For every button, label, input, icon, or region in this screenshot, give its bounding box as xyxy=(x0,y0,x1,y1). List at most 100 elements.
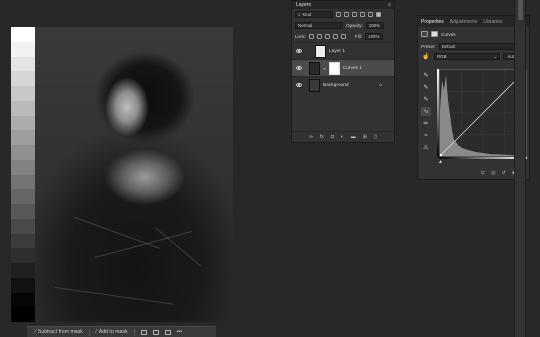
gray-step xyxy=(11,130,35,145)
gray-step xyxy=(11,307,35,322)
filter-shape-icon[interactable] xyxy=(360,12,365,17)
layer-thumbnail xyxy=(309,78,320,92)
mask-settings-icon[interactable] xyxy=(140,329,147,335)
mask-icon[interactable] xyxy=(431,31,438,37)
channel-row: ☝ RGB ⌄ Auto xyxy=(418,51,529,62)
adjustment-layer-icon[interactable]: ◐ xyxy=(341,134,344,140)
gray-eyedropper-icon[interactable]: ✎ xyxy=(421,83,431,92)
lock-row: Lock: Fill: 100% xyxy=(292,31,394,42)
black-point-slider[interactable]: ▲ xyxy=(438,159,443,165)
layer-filter-row: ⌕ Kind xyxy=(292,9,394,20)
target-adjust-icon[interactable]: ☝ xyxy=(421,52,431,61)
gray-step xyxy=(11,248,35,263)
gray-step xyxy=(11,233,35,249)
group-folder-icon[interactable]: ▬ xyxy=(351,134,356,140)
fill-field[interactable]: 100% xyxy=(365,33,384,40)
add-to-mask-button[interactable]: ⁄ Add to mask xyxy=(96,329,128,335)
properties-footer: ⊏ ◎ ↺ ◉ ▯ xyxy=(418,167,529,179)
mask-toolbar: ⁄ Subtract from mask ⁄ Add to mask ••• xyxy=(27,326,216,337)
gray-step xyxy=(11,174,35,190)
gray-step xyxy=(11,100,35,116)
curves-tools: ✎ ✎ ✎ ∿ ✏ ≈ ⚠ xyxy=(421,71,431,152)
gray-step xyxy=(11,159,35,175)
gray-step xyxy=(11,218,35,234)
pencil-icon[interactable]: ✏ xyxy=(421,119,431,128)
preset-select[interactable]: Default ⌄ xyxy=(438,42,521,50)
divider xyxy=(133,328,135,336)
right-dock-strip xyxy=(514,0,526,337)
tab-adjustments[interactable]: Adjustments xyxy=(450,19,478,25)
opacity-field[interactable]: 100% xyxy=(365,22,384,29)
fx-icon[interactable]: fx xyxy=(320,134,324,140)
layers-footer: ∞ fx ◘ ◐ ▬ ⊞ ▯ xyxy=(292,131,394,142)
gray-step xyxy=(11,115,35,131)
filter-pixel-icon[interactable] xyxy=(336,12,341,17)
portrait-photo xyxy=(35,27,233,322)
layer-mask-thumbnail[interactable] xyxy=(328,61,340,75)
channel-select[interactable]: RGB ⌄ xyxy=(434,53,500,60)
lock-image-icon[interactable] xyxy=(316,34,322,39)
gray-step xyxy=(11,263,35,278)
clipping-warning-icon[interactable]: ⚠ xyxy=(421,143,431,152)
layers-tab[interactable]: Layers ≡ xyxy=(292,1,394,9)
gray-step xyxy=(11,56,35,72)
layer-row-layer-1[interactable]: Layer 1 xyxy=(292,42,394,59)
layer-thumbnail xyxy=(315,44,326,58)
filter-adjustment-icon[interactable] xyxy=(344,12,349,17)
gray-step xyxy=(11,86,35,101)
curve-edit-icon[interactable]: ∿ xyxy=(421,107,431,116)
blend-row: Normal Opacity: 100% xyxy=(292,20,394,31)
gray-step xyxy=(11,292,35,308)
white-eyedropper-icon[interactable]: ✎ xyxy=(421,95,431,104)
trash-icon[interactable]: ▯ xyxy=(374,134,377,140)
more-options-button[interactable]: ••• xyxy=(177,329,182,335)
black-eyedropper-icon[interactable]: ✎ xyxy=(421,71,431,80)
scrollbar-thumb[interactable] xyxy=(518,0,523,20)
gray-step xyxy=(11,27,35,42)
gray-step xyxy=(11,277,35,293)
lock-icon: ⌂ xyxy=(379,82,382,88)
panel-menu-icon[interactable]: ≡ xyxy=(388,2,391,8)
smooth-icon[interactable]: ≈ xyxy=(421,131,431,140)
gray-step xyxy=(11,71,35,86)
refine-mask-icon[interactable] xyxy=(164,329,171,335)
layer-row-curves-1[interactable]: ∞ Curves 1 xyxy=(292,59,394,76)
visibility-eye-icon[interactable] xyxy=(296,66,302,70)
tab-libraries[interactable]: Libraries xyxy=(483,19,502,25)
brush-minus-icon: ⁄ xyxy=(35,329,36,335)
document-canvas[interactable] xyxy=(11,27,233,322)
visibility-eye-icon[interactable] xyxy=(296,49,302,53)
curves-adjustment-icon xyxy=(309,61,320,75)
add-mask-icon[interactable]: ◘ xyxy=(331,134,334,140)
link-layers-icon[interactable]: ∞ xyxy=(309,134,313,140)
preset-row: Preset: Default ⌄ xyxy=(418,41,529,51)
lock-transparent-icon[interactable] xyxy=(308,34,314,39)
grayscale-step-wedge xyxy=(11,27,35,322)
divider xyxy=(88,328,90,336)
lock-artboard-icon[interactable] xyxy=(332,34,338,39)
properties-tabs: Properties Adjustments Libraries ≡ xyxy=(418,16,529,27)
new-layer-icon[interactable]: ⊞ xyxy=(363,134,367,140)
search-icon: ⌕ xyxy=(298,12,301,17)
visibility-eye-icon[interactable] xyxy=(296,83,302,87)
invert-mask-icon[interactable] xyxy=(152,329,159,335)
tab-properties[interactable]: Properties xyxy=(421,19,444,25)
gray-step xyxy=(11,204,35,219)
lock-position-icon[interactable] xyxy=(324,34,330,39)
blend-mode-select[interactable]: Normal xyxy=(295,22,343,29)
subtract-from-mask-button[interactable]: ⁄ Subtract from mask xyxy=(35,329,83,335)
view-previous-icon[interactable]: ◎ xyxy=(491,170,495,176)
filter-smart-object-icon[interactable] xyxy=(368,12,373,17)
filter-toggle-icon[interactable] xyxy=(376,12,381,17)
layer-row-background[interactable]: Background ⌂ xyxy=(292,76,394,93)
link-icon: ∞ xyxy=(323,65,326,71)
filter-kind-select[interactable]: ⌕ Kind xyxy=(295,11,333,18)
lock-all-icon[interactable] xyxy=(340,34,346,39)
gray-step xyxy=(11,41,35,57)
reset-icon[interactable]: ↺ xyxy=(502,170,506,176)
gray-step xyxy=(11,189,35,204)
filter-type-icon[interactable] xyxy=(352,12,357,17)
chevron-down-icon: ⌄ xyxy=(493,53,497,59)
layers-panel: Layers ≡ ⌕ Kind Normal Opacity: 100% Loc… xyxy=(291,0,395,143)
clip-to-layer-icon[interactable]: ⊏ xyxy=(481,170,485,176)
